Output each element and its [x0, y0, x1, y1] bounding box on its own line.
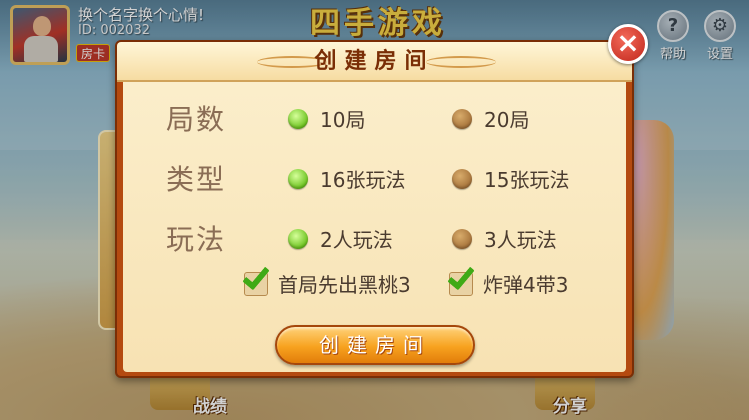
row-label-rounds: 局数 — [166, 103, 227, 136]
create-room-button[interactable]: 创建房间 — [275, 325, 475, 365]
radio-label: 16张玩法 — [320, 168, 406, 192]
row-label-mode: 玩法 — [166, 223, 227, 256]
checkbox-bomb-4with3[interactable]: 炸弹4带3 — [447, 261, 569, 298]
close-button[interactable]: × — [608, 24, 648, 64]
radio-label: 3人玩法 — [484, 228, 557, 252]
checkbox-label: 炸弹4带3 — [483, 273, 569, 297]
radio-mode-2p[interactable]: 2人玩法 — [288, 224, 393, 253]
radio-type-16[interactable]: 16张玩法 — [288, 164, 405, 193]
radio-type-15[interactable]: 15张玩法 — [452, 164, 569, 193]
radio-label: 10局 — [320, 108, 366, 132]
radio-label: 2人玩法 — [320, 228, 393, 252]
radio-rounds-20[interactable]: 20局 — [452, 104, 529, 133]
radio-label: 20局 — [484, 108, 530, 132]
checkbox-first-spade3[interactable]: 首局先出黑桃3 — [242, 261, 411, 298]
radio-rounds-10[interactable]: 10局 — [288, 104, 365, 133]
row-label-type: 类型 — [166, 163, 227, 196]
dialog-title: 创建房间 — [314, 49, 435, 74]
radio-unselected-icon — [452, 228, 472, 249]
checkbox-label: 首局先出黑桃3 — [278, 273, 411, 297]
dialog-header: 创建房间 — [117, 42, 632, 82]
radio-mode-3p[interactable]: 3人玩法 — [452, 224, 557, 253]
radio-selected-icon — [288, 168, 308, 189]
close-icon: × — [616, 26, 640, 59]
radio-label: 15张玩法 — [484, 168, 570, 192]
radio-selected-icon — [288, 108, 308, 129]
radio-selected-icon — [288, 228, 308, 249]
radio-unselected-icon — [452, 108, 472, 129]
radio-unselected-icon — [452, 168, 472, 189]
checkbox-box — [242, 261, 270, 296]
checkbox-box — [447, 261, 475, 296]
